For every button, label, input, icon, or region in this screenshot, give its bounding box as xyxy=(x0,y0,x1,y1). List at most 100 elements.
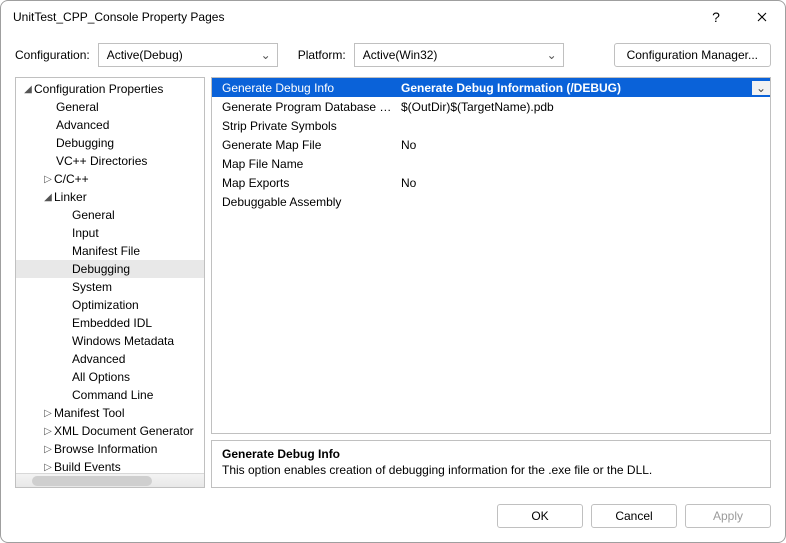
tree-label: VC++ Directories xyxy=(56,154,147,168)
tree-label: Debugging xyxy=(72,262,130,276)
property-row[interactable]: Map ExportsNo xyxy=(212,173,770,192)
property-value[interactable]: $(OutDir)$(TargetName).pdb xyxy=(397,100,770,114)
tree-node-advanced[interactable]: Advanced xyxy=(16,116,204,134)
expander-closed-icon[interactable]: ▷ xyxy=(42,426,54,437)
expander-closed-icon[interactable]: ▷ xyxy=(42,462,54,473)
platform-value: Active(Win32) xyxy=(363,48,438,62)
property-row[interactable]: Generate Debug InfoGenerate Debug Inform… xyxy=(212,78,770,97)
property-row[interactable]: Generate Map FileNo xyxy=(212,135,770,154)
tree-node-debugging[interactable]: Debugging xyxy=(16,134,204,152)
tree-node-linker-system[interactable]: System xyxy=(16,278,204,296)
tree-label: Linker xyxy=(54,190,87,204)
property-row[interactable]: Strip Private Symbols xyxy=(212,116,770,135)
property-row[interactable]: Debuggable Assembly xyxy=(212,192,770,211)
tree-node-root[interactable]: ◢Configuration Properties xyxy=(16,80,204,98)
tree-label: Windows Metadata xyxy=(72,334,174,348)
property-value[interactable]: Generate Debug Information (/DEBUG) xyxy=(397,81,752,95)
tree-label: General xyxy=(56,100,99,114)
tree-node-linker-command-line[interactable]: Command Line xyxy=(16,386,204,404)
property-row[interactable]: Generate Program Database File$(OutDir)$… xyxy=(212,97,770,116)
tree-label: General xyxy=(72,208,115,222)
cancel-button[interactable]: Cancel xyxy=(591,504,677,528)
tree-label: Build Events xyxy=(54,460,121,473)
tree-label: System xyxy=(72,280,112,294)
property-name: Map Exports xyxy=(212,176,397,190)
tree-node-build-events[interactable]: ▷Build Events xyxy=(16,458,204,473)
close-button[interactable] xyxy=(739,1,785,33)
tree-node-linker-advanced[interactable]: Advanced xyxy=(16,350,204,368)
tree-node-linker-windows-metadata[interactable]: Windows Metadata xyxy=(16,332,204,350)
tree-label: Advanced xyxy=(56,118,109,132)
property-value[interactable]: No xyxy=(397,176,770,190)
tree-node-xml-doc[interactable]: ▷XML Document Generator xyxy=(16,422,204,440)
tree-panel: ◢Configuration Properties General Advanc… xyxy=(15,77,205,488)
chevron-down-icon[interactable]: ⌄ xyxy=(752,81,770,95)
tree[interactable]: ◢Configuration Properties General Advanc… xyxy=(16,78,204,473)
expander-closed-icon[interactable]: ▷ xyxy=(42,444,54,455)
tree-label: Manifest Tool xyxy=(54,406,124,420)
tree-horizontal-scrollbar[interactable] xyxy=(16,473,204,487)
tree-label: Optimization xyxy=(72,298,139,312)
titlebar: UnitTest_CPP_Console Property Pages ? xyxy=(1,1,785,33)
tree-node-linker-input[interactable]: Input xyxy=(16,224,204,242)
tree-label: Embedded IDL xyxy=(72,316,152,330)
property-row[interactable]: Map File Name xyxy=(212,154,770,173)
expander-closed-icon[interactable]: ▷ xyxy=(42,174,54,185)
description-panel: Generate Debug Info This option enables … xyxy=(211,440,771,488)
property-grid: Generate Debug InfoGenerate Debug Inform… xyxy=(211,77,771,434)
tree-label: All Options xyxy=(72,370,130,384)
tree-node-general[interactable]: General xyxy=(16,98,204,116)
close-icon xyxy=(757,12,767,22)
tree-node-vcpp-directories[interactable]: VC++ Directories xyxy=(16,152,204,170)
help-button[interactable]: ? xyxy=(693,1,739,33)
tree-label: C/C++ xyxy=(54,172,89,186)
expander-closed-icon[interactable]: ▷ xyxy=(42,408,54,419)
platform-combo[interactable]: Active(Win32) ⌄ xyxy=(354,43,564,67)
ok-button[interactable]: OK xyxy=(497,504,583,528)
tree-label: Manifest File xyxy=(72,244,140,258)
config-toolbar: Configuration: Active(Debug) ⌄ Platform:… xyxy=(1,33,785,77)
tree-node-linker-embedded-idl[interactable]: Embedded IDL xyxy=(16,314,204,332)
titlebar-buttons: ? xyxy=(693,1,785,33)
right-panel: Generate Debug InfoGenerate Debug Inform… xyxy=(211,77,771,488)
expander-open-icon[interactable]: ◢ xyxy=(22,84,34,95)
tree-node-manifest-tool[interactable]: ▷Manifest Tool xyxy=(16,404,204,422)
property-name: Debuggable Assembly xyxy=(212,195,397,209)
configuration-value: Active(Debug) xyxy=(107,48,183,62)
tree-node-linker-general[interactable]: General xyxy=(16,206,204,224)
property-value[interactable]: No xyxy=(397,138,770,152)
tree-node-linker-optimization[interactable]: Optimization xyxy=(16,296,204,314)
tree-node-browse-info[interactable]: ▷Browse Information xyxy=(16,440,204,458)
chevron-down-icon: ⌄ xyxy=(547,48,557,62)
tree-label: Input xyxy=(72,226,99,240)
tree-label: Debugging xyxy=(56,136,114,150)
chevron-down-icon: ⌄ xyxy=(261,48,271,62)
window-title: UnitTest_CPP_Console Property Pages xyxy=(13,10,693,24)
property-name: Generate Debug Info xyxy=(212,81,397,95)
tree-label: XML Document Generator xyxy=(54,424,194,438)
configuration-label: Configuration: xyxy=(15,48,90,62)
configuration-manager-button[interactable]: Configuration Manager... xyxy=(614,43,771,67)
tree-label: Command Line xyxy=(72,388,153,402)
scrollbar-thumb[interactable] xyxy=(32,476,152,486)
property-name: Generate Map File xyxy=(212,138,397,152)
expander-open-icon[interactable]: ◢ xyxy=(42,192,54,203)
tree-node-linker-debugging[interactable]: Debugging xyxy=(16,260,204,278)
tree-node-linker-all-options[interactable]: All Options xyxy=(16,368,204,386)
tree-node-linker-manifest[interactable]: Manifest File xyxy=(16,242,204,260)
property-name: Generate Program Database File xyxy=(212,100,397,114)
footer: OK Cancel Apply xyxy=(1,498,785,542)
main-area: ◢Configuration Properties General Advanc… xyxy=(1,77,785,498)
configuration-combo[interactable]: Active(Debug) ⌄ xyxy=(98,43,278,67)
tree-label: Configuration Properties xyxy=(34,82,163,96)
description-title: Generate Debug Info xyxy=(222,447,760,461)
tree-node-ccpp[interactable]: ▷C/C++ xyxy=(16,170,204,188)
tree-node-linker[interactable]: ◢Linker xyxy=(16,188,204,206)
tree-label: Advanced xyxy=(72,352,125,366)
property-name: Strip Private Symbols xyxy=(212,119,397,133)
tree-label: Browse Information xyxy=(54,442,157,456)
property-name: Map File Name xyxy=(212,157,397,171)
description-text: This option enables creation of debuggin… xyxy=(222,463,760,477)
apply-button[interactable]: Apply xyxy=(685,504,771,528)
platform-label: Platform: xyxy=(298,48,346,62)
